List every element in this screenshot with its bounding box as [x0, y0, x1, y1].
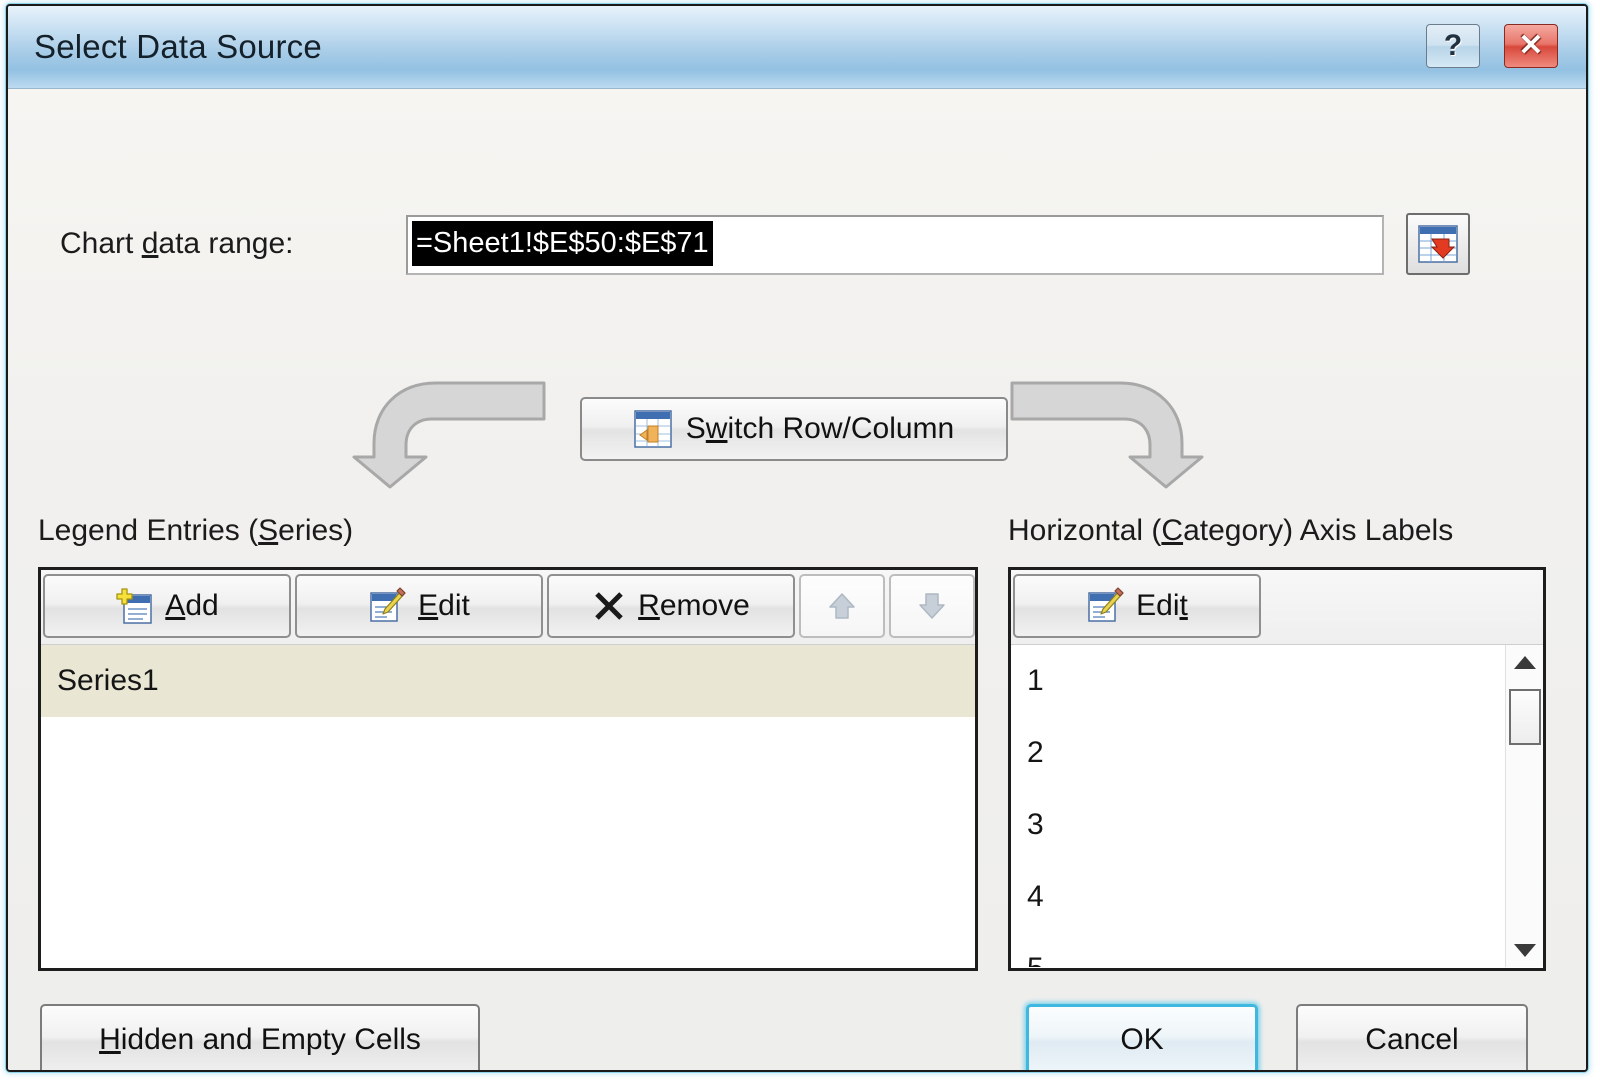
category-item-label: 2: [1027, 736, 1044, 769]
hidden-and-empty-cells-label: Hidden and Empty Cells: [99, 1023, 421, 1056]
range-select-button[interactable]: [1406, 213, 1470, 275]
switch-row-column-icon: [634, 410, 672, 448]
curved-arrow-left-icon: [344, 377, 548, 494]
category-item-label: 1: [1027, 664, 1044, 697]
dialog-titlebar: Select Data Source ? ✕: [8, 6, 1586, 89]
list-item[interactable]: 1: [1011, 645, 1505, 717]
chart-data-range-value: =Sheet1!$E$50:$E$71: [412, 221, 713, 266]
move-series-up-button[interactable]: [799, 574, 885, 638]
chart-data-range-label: Chart data range:: [60, 227, 294, 260]
ok-button[interactable]: OK: [1026, 1004, 1258, 1070]
category-axis-list[interactable]: 1 2 3 4 5: [1011, 645, 1543, 967]
dialog-body: Chart data range: =Sheet1!$E$50:$E$71 Sw…: [8, 89, 1586, 1070]
list-item[interactable]: Series1: [41, 645, 975, 717]
legend-entries-list[interactable]: Series1: [41, 645, 975, 967]
add-series-label: Add: [165, 589, 219, 622]
category-item-label: 5: [1027, 952, 1044, 967]
legend-entries-panel: Add Edit Remove Series1: [38, 567, 978, 971]
switch-row-column-label: Switch Row/Column: [685, 412, 955, 445]
list-item[interactable]: 4: [1011, 861, 1505, 933]
curved-arrow-right-icon: [1008, 377, 1212, 494]
add-series-icon: [115, 587, 153, 625]
list-item[interactable]: 3: [1011, 789, 1505, 861]
scrollbar-thumb[interactable]: [1509, 689, 1541, 745]
legend-entries-toolbar: Add Edit Remove: [41, 570, 975, 645]
add-series-button[interactable]: Add: [43, 574, 291, 638]
legend-entries-heading: Legend Entries (Series): [38, 514, 354, 547]
category-item-label: 4: [1027, 880, 1044, 913]
chart-data-range-input[interactable]: =Sheet1!$E$50:$E$71: [406, 215, 1384, 275]
hidden-and-empty-cells-button[interactable]: Hidden and Empty Cells: [40, 1004, 480, 1070]
scroll-up-arrow-icon[interactable]: [1506, 645, 1543, 679]
cancel-button-label: Cancel: [1365, 1023, 1459, 1056]
remove-series-button[interactable]: Remove: [547, 574, 795, 638]
remove-x-icon: [592, 589, 626, 623]
category-item-label: 3: [1027, 808, 1044, 841]
triangle-up-glyph: [1514, 655, 1536, 669]
triangle-down-glyph: [1514, 943, 1536, 957]
scroll-down-arrow-icon[interactable]: [1506, 933, 1543, 967]
legend-item-label: Series1: [57, 664, 159, 697]
category-axis-labels-heading: Horizontal (Category) Axis Labels: [1008, 514, 1454, 547]
edit-category-button[interactable]: Edit: [1013, 574, 1261, 638]
dialog-title: Select Data Source: [34, 28, 322, 65]
move-series-down-button[interactable]: [889, 574, 975, 638]
edit-category-label: Edit: [1136, 589, 1188, 622]
range-select-icon: [1418, 225, 1458, 263]
close-icon: ✕: [1518, 29, 1544, 62]
edit-pencil-icon: [368, 587, 406, 625]
cancel-button[interactable]: Cancel: [1296, 1004, 1528, 1070]
category-axis-labels-panel: Edit 1 2 3 4: [1008, 567, 1546, 971]
select-data-source-dialog: Select Data Source ? ✕ Chart data range:…: [6, 4, 1588, 1072]
ok-button-label: OK: [1120, 1023, 1164, 1056]
category-axis-toolbar: Edit: [1011, 570, 1543, 645]
question-mark-icon: ?: [1443, 29, 1463, 62]
arrow-up-icon: [826, 590, 858, 622]
close-button[interactable]: ✕: [1504, 24, 1558, 68]
list-item[interactable]: 2: [1011, 717, 1505, 789]
edit-pencil-icon: [1086, 587, 1124, 625]
list-item[interactable]: 5: [1011, 933, 1505, 967]
help-button[interactable]: ?: [1426, 24, 1480, 68]
category-list-rows: 1 2 3 4 5: [1011, 645, 1505, 967]
edit-series-label: Edit: [418, 589, 470, 622]
arrow-down-icon: [916, 590, 948, 622]
switch-row-column-button[interactable]: Switch Row/Column: [580, 397, 1008, 461]
category-list-scrollbar[interactable]: [1505, 645, 1543, 967]
edit-series-button[interactable]: Edit: [295, 574, 543, 638]
remove-series-label: Remove: [638, 589, 750, 622]
